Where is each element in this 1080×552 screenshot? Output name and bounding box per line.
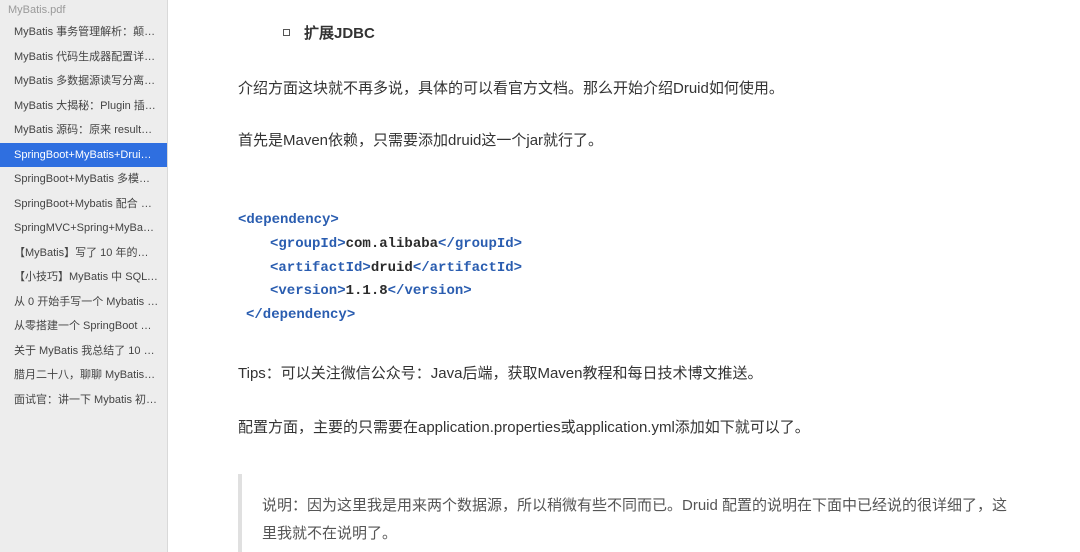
paragraph-intro: 介绍方面这块就不再多说，具体的可以看官方文档。那么开始介绍Druid如何使用。: [238, 77, 1040, 101]
bullet-text: 扩展JDBC: [304, 22, 375, 43]
code-line: </dependency>: [238, 304, 1040, 328]
sidebar-title: MyBatis.pdf: [0, 0, 167, 20]
sidebar-item[interactable]: SpringBoot+MyBatis+Drui…: [0, 143, 167, 168]
sidebar-item[interactable]: MyBatis 源码：原来 resultM…: [0, 118, 167, 143]
sidebar-item[interactable]: 面试官：讲一下 Mybatis 初…: [0, 388, 167, 413]
bullet-row: 扩展JDBC: [283, 22, 1040, 43]
tag-artifactid-open: <artifactId>: [270, 260, 371, 276]
code-line: <artifactId>druid</artifactId>: [238, 257, 1040, 281]
sidebar-item[interactable]: MyBatis 多数据源读写分离…: [0, 69, 167, 94]
sidebar-item[interactable]: 从 0 开始手写一个 Mybatis …: [0, 290, 167, 315]
code-region: <dependency> <groupId>com.alibaba</group…: [238, 209, 1040, 328]
tag-dependency-open: <dependency>: [238, 212, 339, 228]
sidebar-item[interactable]: MyBatis 事务管理解析：颠…: [0, 20, 167, 45]
app-root: MyBatis.pdf MyBatis 事务管理解析：颠…MyBatis 代码生…: [0, 0, 1080, 552]
sidebar-item[interactable]: 从零搭建一个 SpringBoot …: [0, 314, 167, 339]
tag-version-open: <version>: [270, 283, 346, 299]
sidebar-item[interactable]: 关于 MyBatis 我总结了 10 种…: [0, 339, 167, 364]
sidebar-item[interactable]: MyBatis 大揭秘：Plugin 插…: [0, 94, 167, 119]
val-groupid: com.alibaba: [346, 236, 438, 252]
sidebar-items: MyBatis 事务管理解析：颠…MyBatis 代码生成器配置详…MyBati…: [0, 20, 167, 412]
square-bullet-icon: [283, 29, 290, 36]
code-block: <dependency> <groupId>com.alibaba</group…: [238, 209, 1040, 328]
code-line: <dependency>: [238, 209, 1040, 233]
code-line: <groupId>com.alibaba</groupId>: [238, 233, 1040, 257]
sidebar: MyBatis.pdf MyBatis 事务管理解析：颠…MyBatis 代码生…: [0, 0, 168, 552]
paragraph-maven: 首先是Maven依赖，只需要添加druid这一个jar就行了。: [238, 129, 1040, 153]
sidebar-item[interactable]: SpringBoot+MyBatis 多模…: [0, 167, 167, 192]
sidebar-item[interactable]: SpringMVC+Spring+MyBa…: [0, 216, 167, 241]
callout-note: 说明：因为这里我是用来两个数据源，所以稍微有些不同而已。Druid 配置的说明在…: [238, 474, 1040, 552]
paragraph-config: 配置方面，主要的只需要在application.properties或appli…: [238, 416, 1040, 440]
val-artifactid: druid: [371, 260, 413, 276]
tag-dependency-close: </dependency>: [246, 307, 355, 323]
sidebar-item[interactable]: 【小技巧】MyBatis 中 SQL …: [0, 265, 167, 290]
sidebar-item[interactable]: MyBatis 代码生成器配置详…: [0, 45, 167, 70]
sidebar-item[interactable]: SpringBoot+Mybatis 配合 A…: [0, 192, 167, 217]
sidebar-item[interactable]: 腊月二十八，聊聊 MyBatis…: [0, 363, 167, 388]
tag-groupid-close: </groupId>: [438, 236, 522, 252]
sidebar-item[interactable]: 【MyBatis】写了 10 年的代…: [0, 241, 167, 266]
tag-artifactid-close: </artifactId>: [413, 260, 522, 276]
content-area: 扩展JDBC 介绍方面这块就不再多说，具体的可以看官方文档。那么开始介绍Drui…: [168, 0, 1080, 552]
tag-version-close: </version>: [388, 283, 472, 299]
tag-groupid-open: <groupId>: [270, 236, 346, 252]
val-version: 1.1.8: [346, 283, 388, 299]
code-line: <version>1.1.8</version>: [238, 280, 1040, 304]
tips-paragraph: Tips：可以关注微信公众号：Java后端，获取Maven教程和每日技术博文推送…: [238, 362, 1040, 386]
